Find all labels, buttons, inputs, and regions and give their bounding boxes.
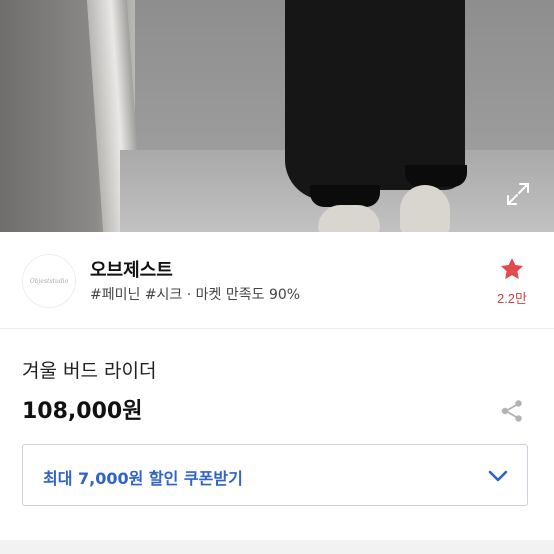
photo-hem-right (405, 165, 467, 187)
photo-hem-left (310, 185, 380, 207)
chevron-down-icon (488, 470, 508, 482)
product-title: 겨울 버드 라이더 (22, 360, 157, 382)
shop-info-row: Objeststudio 오브제스트 #페미닌 #시크 · 마켓 만족도 90%… (0, 232, 554, 329)
shop-logo[interactable]: Objeststudio (22, 254, 76, 308)
shop-meta: #페미닌 #시크 · 마켓 만족도 90% (90, 287, 301, 303)
shop-name[interactable]: 오브제스트 (90, 256, 173, 282)
photo-shoe-right (400, 185, 450, 232)
expand-image-button[interactable] (505, 181, 531, 207)
product-photo[interactable] (0, 0, 554, 232)
star-icon (500, 257, 524, 279)
coupon-button[interactable]: 최대 7,000원 할인 쿠폰받기 (22, 444, 528, 506)
section-divider (0, 540, 554, 554)
product-price: 108,000원 (22, 399, 143, 424)
photo-leg-right (350, 0, 465, 190)
photo-shoe-left (318, 205, 380, 232)
share-button[interactable] (498, 397, 526, 425)
expand-icon (507, 183, 529, 205)
coupon-label: 최대 7,000원 할인 쿠폰받기 (43, 469, 243, 488)
share-icon (501, 400, 522, 422)
favorite-count: 2.2만 (496, 291, 528, 306)
favorite-shop-button[interactable]: 2.2만 (490, 256, 534, 312)
shop-logo-text: Objeststudio (29, 277, 69, 285)
